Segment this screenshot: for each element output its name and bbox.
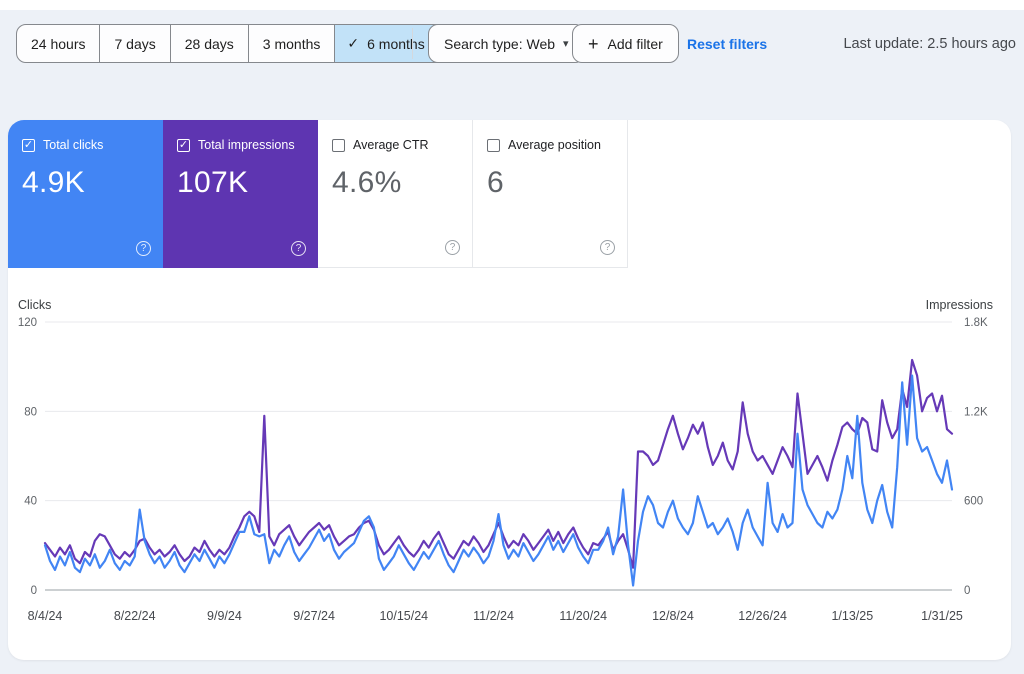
last-update-text: Last update: 2.5 hours ago <box>843 36 1016 52</box>
svg-text:1.8K: 1.8K <box>964 317 988 329</box>
toolbar-divider <box>412 28 413 59</box>
metric-value: 4.6% <box>332 166 402 199</box>
svg-text:1/13/25: 1/13/25 <box>831 609 873 623</box>
search-type-dropdown[interactable]: Search type: Web ▾ <box>428 24 585 63</box>
top-white-strip <box>0 0 1024 10</box>
help-icon[interactable]: ? <box>291 241 306 256</box>
checkbox-average-position[interactable] <box>487 138 500 152</box>
plus-icon: + <box>588 33 599 54</box>
metric-cards-row: ✓ Total clicks 4.9K ? ✓ Total impression… <box>8 120 1011 268</box>
svg-text:600: 600 <box>964 496 983 508</box>
svg-text:12/26/24: 12/26/24 <box>738 609 787 623</box>
checkmark-icon: ✓ <box>347 35 360 51</box>
svg-text:120: 120 <box>18 317 37 329</box>
svg-text:8/4/24: 8/4/24 <box>28 609 63 623</box>
checkbox-total-clicks[interactable]: ✓ <box>22 138 35 152</box>
svg-text:80: 80 <box>24 406 37 418</box>
svg-text:Clicks: Clicks <box>18 298 51 312</box>
checkbox-total-impressions[interactable]: ✓ <box>177 138 190 152</box>
date-range-7-days[interactable]: 7 days <box>99 25 169 62</box>
checkbox-average-ctr[interactable] <box>332 138 345 152</box>
svg-text:Impressions: Impressions <box>926 298 993 312</box>
svg-text:12/8/24: 12/8/24 <box>652 609 694 623</box>
help-icon[interactable]: ? <box>136 241 151 256</box>
date-range-28-days[interactable]: 28 days <box>169 25 248 62</box>
metric-value: 107K <box>177 166 249 199</box>
metric-label: Average CTR <box>353 138 429 152</box>
svg-text:9/9/24: 9/9/24 <box>207 609 242 623</box>
metric-card-average-position[interactable]: Average position 6 ? <box>473 120 628 268</box>
svg-text:11/20/24: 11/20/24 <box>559 609 607 623</box>
help-icon[interactable]: ? <box>445 240 460 255</box>
date-range-3-months[interactable]: 3 months <box>247 25 335 62</box>
metric-value: 6 <box>487 166 504 199</box>
metric-value: 4.9K <box>22 166 85 199</box>
metric-card-total-clicks[interactable]: ✓ Total clicks 4.9K ? <box>8 120 163 268</box>
svg-text:10/15/24: 10/15/24 <box>379 609 428 623</box>
performance-line-chart[interactable]: 0 0 40 600 80 1.2K 120 1.8K Clicks Impressions 8/4… <box>8 296 1011 654</box>
metric-card-average-ctr[interactable]: Average CTR 4.6% ? <box>318 120 473 268</box>
svg-text:0: 0 <box>31 585 37 597</box>
svg-text:9/27/24: 9/27/24 <box>293 609 335 623</box>
svg-text:40: 40 <box>24 496 37 508</box>
performance-panel: ✓ Total clicks 4.9K ? ✓ Total impression… <box>8 120 1011 660</box>
chevron-down-icon: ▾ <box>563 38 569 50</box>
metric-card-total-impressions[interactable]: ✓ Total impressions 107K ? <box>163 120 318 268</box>
help-icon[interactable]: ? <box>600 240 615 255</box>
svg-text:11/2/24: 11/2/24 <box>473 609 514 623</box>
reset-filters-link[interactable]: Reset filters <box>687 36 767 52</box>
date-range-segmented-control: 24 hours 7 days 28 days 3 months ✓ 6 mon… <box>16 24 462 63</box>
metric-label: Total clicks <box>43 138 104 152</box>
metric-label: Total impressions <box>198 138 295 152</box>
add-filter-button[interactable]: + Add filter <box>572 24 679 63</box>
svg-text:1/31/25: 1/31/25 <box>921 609 963 623</box>
svg-text:1.2K: 1.2K <box>964 406 988 418</box>
date-range-24-hours[interactable]: 24 hours <box>17 25 99 62</box>
filter-toolbar: 24 hours 7 days 28 days 3 months ✓ 6 mon… <box>0 10 1024 100</box>
metric-label: Average position <box>508 138 601 152</box>
svg-text:8/22/24: 8/22/24 <box>114 609 156 623</box>
svg-text:0: 0 <box>964 585 970 597</box>
